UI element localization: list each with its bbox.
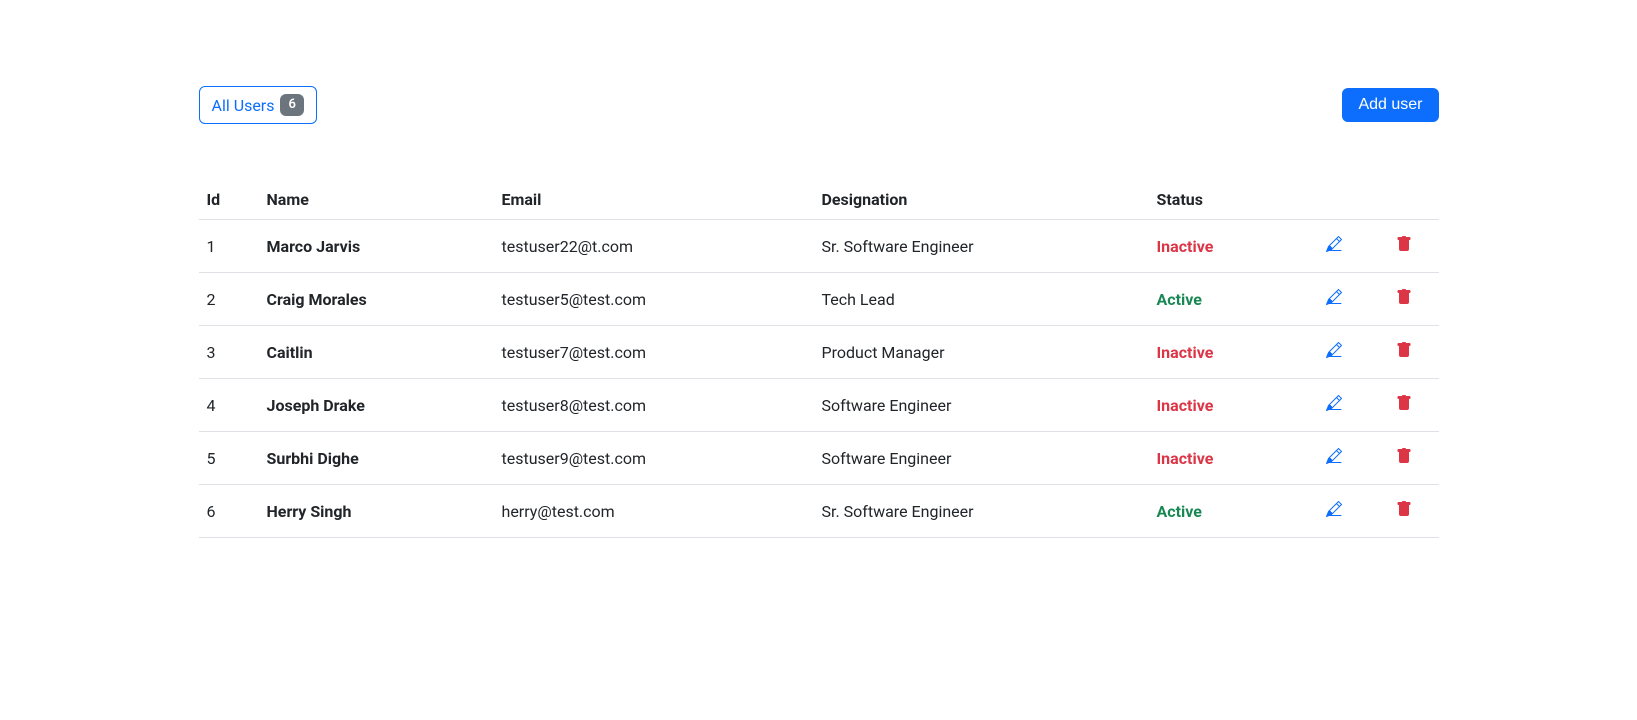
cell-designation: Software Engineer [814,432,1149,485]
table-row: 5 Surbhi Dighe testuser9@test.com Softwa… [199,432,1439,485]
cell-id: 6 [199,485,259,538]
cell-name: Craig Morales [259,273,494,326]
cell-id: 3 [199,326,259,379]
cell-status: Inactive [1149,220,1299,273]
cell-designation: Tech Lead [814,273,1149,326]
column-header-delete [1369,180,1439,220]
delete-button[interactable] [1396,289,1412,305]
edit-button[interactable] [1326,342,1342,358]
cell-id: 4 [199,379,259,432]
delete-button[interactable] [1396,342,1412,358]
edit-button[interactable] [1326,395,1342,411]
delete-button[interactable] [1396,395,1412,411]
user-count-badge: 6 [280,94,303,116]
cell-status: Active [1149,485,1299,538]
cell-id: 5 [199,432,259,485]
cell-email: testuser22@t.com [494,220,814,273]
cell-name: Surbhi Dighe [259,432,494,485]
cell-name: Caitlin [259,326,494,379]
cell-designation: Sr. Software Engineer [814,220,1149,273]
trash-icon [1396,342,1412,358]
table-row: 1 Marco Jarvis testuser22@t.com Sr. Soft… [199,220,1439,273]
pencil-icon [1326,448,1342,464]
users-table: Id Name Email Designation Status 1 Marco… [199,180,1439,538]
table-row: 2 Craig Morales testuser5@test.com Tech … [199,273,1439,326]
column-header-status: Status [1149,180,1299,220]
cell-designation: Sr. Software Engineer [814,485,1149,538]
cell-status: Inactive [1149,379,1299,432]
cell-email: herry@test.com [494,485,814,538]
trash-icon [1396,289,1412,305]
all-users-tab[interactable]: All Users 6 [199,86,317,124]
delete-button[interactable] [1396,236,1412,252]
pencil-icon [1326,342,1342,358]
all-users-label: All Users [212,96,275,115]
cell-name: Marco Jarvis [259,220,494,273]
cell-designation: Product Manager [814,326,1149,379]
trash-icon [1396,395,1412,411]
cell-name: Joseph Drake [259,379,494,432]
add-user-button[interactable]: Add user [1342,88,1438,122]
cell-status: Inactive [1149,432,1299,485]
column-header-email: Email [494,180,814,220]
cell-email: testuser9@test.com [494,432,814,485]
edit-button[interactable] [1326,448,1342,464]
cell-id: 1 [199,220,259,273]
pencil-icon [1326,289,1342,305]
trash-icon [1396,501,1412,517]
cell-email: testuser5@test.com [494,273,814,326]
table-row: 4 Joseph Drake testuser8@test.com Softwa… [199,379,1439,432]
cell-designation: Software Engineer [814,379,1149,432]
table-row: 3 Caitlin testuser7@test.com Product Man… [199,326,1439,379]
cell-id: 2 [199,273,259,326]
trash-icon [1396,236,1412,252]
edit-button[interactable] [1326,289,1342,305]
delete-button[interactable] [1396,501,1412,517]
pencil-icon [1326,501,1342,517]
cell-name: Herry Singh [259,485,494,538]
column-header-edit [1299,180,1369,220]
edit-button[interactable] [1326,236,1342,252]
cell-status: Inactive [1149,326,1299,379]
edit-button[interactable] [1326,501,1342,517]
pencil-icon [1326,236,1342,252]
column-header-id: Id [199,180,259,220]
column-header-designation: Designation [814,180,1149,220]
column-header-name: Name [259,180,494,220]
cell-email: testuser7@test.com [494,326,814,379]
cell-status: Active [1149,273,1299,326]
pencil-icon [1326,395,1342,411]
table-row: 6 Herry Singh herry@test.com Sr. Softwar… [199,485,1439,538]
cell-email: testuser8@test.com [494,379,814,432]
delete-button[interactable] [1396,448,1412,464]
trash-icon [1396,448,1412,464]
